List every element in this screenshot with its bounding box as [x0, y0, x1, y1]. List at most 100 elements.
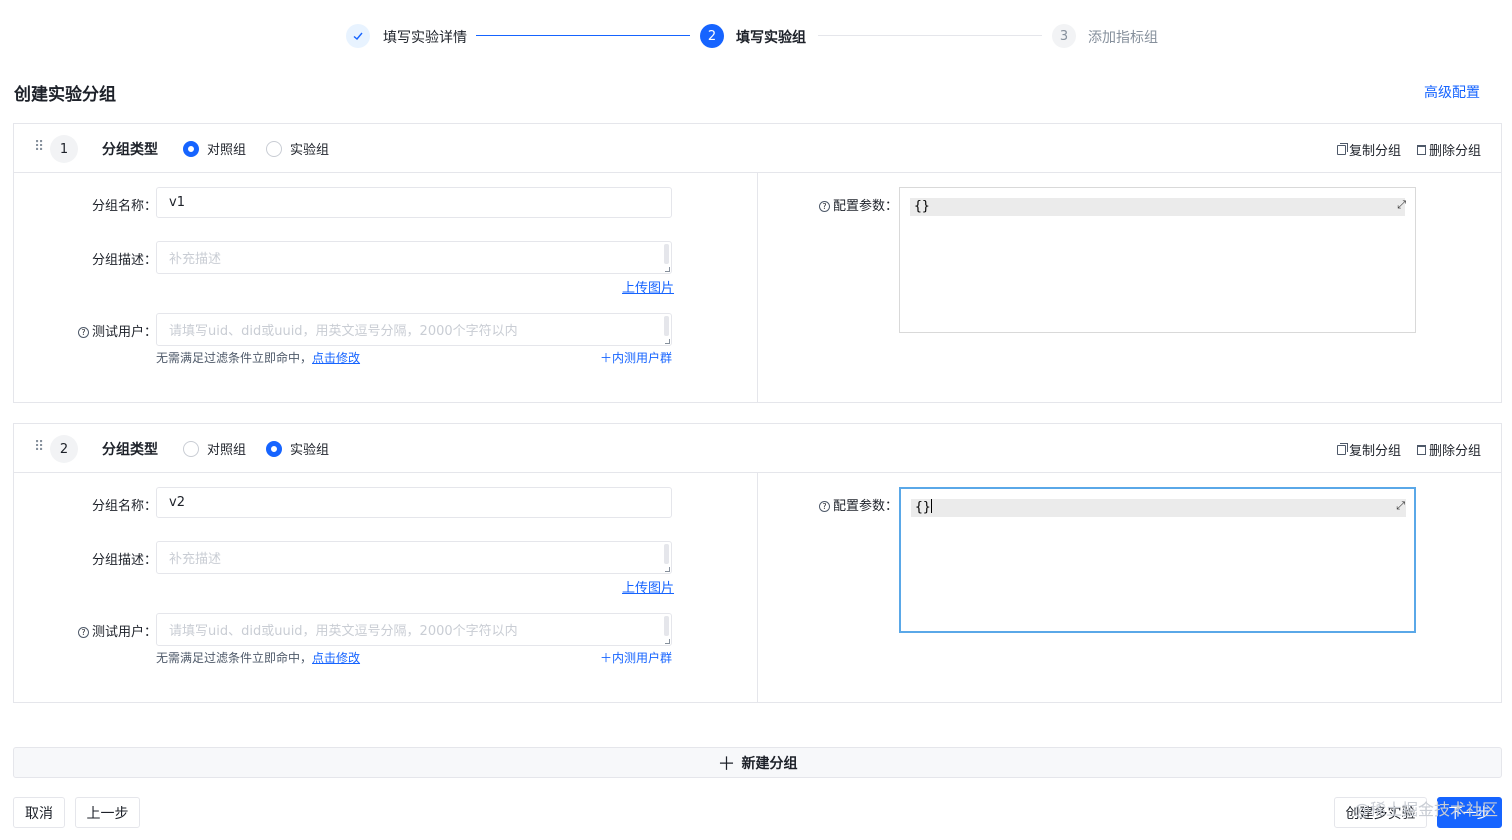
config-json-editor[interactable]: {} ⤢: [899, 487, 1416, 633]
group-name-input[interactable]: v1: [156, 187, 672, 218]
click-modify-link[interactable]: 点击修改: [312, 651, 360, 665]
radio-experiment[interactable]: 实验组: [266, 139, 329, 158]
steps-progress: 填写实验详情 2 填写实验组 3 添加指标组: [346, 20, 1166, 52]
radio-unchecked-icon: [266, 140, 282, 157]
test-users-label: ? 测试用户：: [78, 321, 157, 340]
advanced-config-link[interactable]: 高级配置: [1424, 82, 1480, 102]
config-json-editor[interactable]: {} ⤢: [899, 187, 1416, 333]
step-connector: [476, 35, 690, 36]
help-icon[interactable]: ?: [819, 501, 830, 512]
help-icon[interactable]: ?: [78, 327, 89, 338]
group-header: ⠿ 1 分组类型 对照组 实验组 复制分组 删除分组: [14, 124, 1501, 173]
delete-group-button[interactable]: 删除分组: [1416, 440, 1481, 459]
copy-group-button[interactable]: 复制分组: [1336, 140, 1401, 159]
group-name-input[interactable]: v2: [156, 487, 672, 518]
test-users-hint: 无需满足过滤条件立即命中，点击修改: [156, 349, 360, 366]
test-users-text: 测试用户：: [92, 325, 158, 340]
scrollbar[interactable]: [664, 616, 669, 636]
editor-text: {}: [915, 500, 931, 515]
text-cursor: [930, 499, 932, 513]
trash-icon: [1416, 444, 1426, 455]
new-group-label: 新建分组: [741, 755, 798, 772]
resize-handle-icon[interactable]: [665, 639, 670, 644]
group-actions: 复制分组 删除分组: [1336, 440, 1481, 459]
description-label: 分组描述：: [92, 253, 158, 268]
test-users-textarea[interactable]: 请填写uid、did或uuid，用英文逗号分隔，2000个字符以内: [156, 613, 672, 646]
step-1-label: 填写实验详情: [383, 30, 467, 46]
plus-icon: ＋: [717, 753, 736, 775]
description-label: 分组描述：: [92, 553, 158, 568]
group-header: ⠿ 2 分组类型 对照组 实验组 复制分组 删除分组: [14, 424, 1501, 473]
radio-experiment[interactable]: 实验组: [266, 439, 329, 458]
group-body: 分组名称： v1 分组描述： 补充描述 上传图片 ? 测试用户： 请填写uid、d…: [14, 173, 1501, 402]
create-multi-experiment-button[interactable]: 创建多实验: [1334, 797, 1427, 828]
new-group-button[interactable]: ＋ 新建分组: [13, 747, 1502, 778]
click-modify-link[interactable]: 点击修改: [312, 351, 360, 365]
step-3-label: 添加指标组: [1088, 30, 1158, 46]
next-step-button[interactable]: 下一步: [1437, 797, 1502, 828]
page-title: 创建实验分组: [14, 85, 116, 105]
scrollbar[interactable]: [664, 244, 669, 264]
radio-checked-icon: [266, 440, 282, 457]
name-label: 分组名称：: [92, 499, 158, 514]
delete-group-button[interactable]: 删除分组: [1416, 140, 1481, 159]
step-3-number: 3: [1052, 24, 1076, 48]
group-actions: 复制分组 删除分组: [1336, 140, 1481, 159]
copy-icon: [1336, 442, 1348, 455]
config-text: 配置参数：: [833, 199, 899, 214]
step-connector: [818, 35, 1042, 36]
upload-image-link[interactable]: 上传图片: [622, 277, 674, 296]
prev-step-button[interactable]: 上一步: [75, 797, 140, 828]
radio-unchecked-icon: [183, 440, 199, 457]
group-index: 2: [50, 435, 78, 463]
upload-image-link[interactable]: 上传图片: [622, 577, 674, 596]
cancel-button[interactable]: 取消: [13, 797, 65, 828]
group-card-2: ⠿ 2 分组类型 对照组 实验组 复制分组 删除分组 分组名称： v2 分组描述…: [13, 423, 1502, 703]
resize-handle-icon[interactable]: [665, 567, 670, 572]
radio-checked-icon: [183, 140, 199, 157]
help-icon[interactable]: ?: [78, 627, 89, 638]
trash-icon: [1416, 144, 1426, 155]
column-divider: [757, 473, 758, 702]
group-type-label: 分组类型: [102, 442, 158, 458]
test-users-hint: 无需满足过滤条件立即命中，点击修改: [156, 649, 360, 666]
editor-line: {}: [910, 198, 1405, 216]
copy-group-button[interactable]: 复制分组: [1336, 440, 1401, 459]
group-body: 分组名称： v2 分组描述： 补充描述 上传图片 ? 测试用户： 请填写uid、d…: [14, 473, 1501, 702]
group-description-textarea[interactable]: 补充描述: [156, 241, 672, 274]
test-users-label: ? 测试用户：: [78, 621, 157, 640]
radio-label: 实验组: [290, 143, 330, 158]
config-label: ? 配置参数：: [819, 195, 898, 214]
step-2-label: 填写实验组: [736, 30, 806, 46]
config-label: ? 配置参数：: [819, 495, 898, 514]
help-icon[interactable]: ?: [819, 201, 830, 212]
expand-icon[interactable]: ⤢: [1397, 198, 1406, 212]
hint-text: 无需满足过滤条件立即命中，: [156, 651, 313, 665]
scrollbar[interactable]: [664, 544, 669, 564]
resize-handle-icon[interactable]: [665, 267, 670, 272]
group-description-textarea[interactable]: 补充描述: [156, 541, 672, 574]
radio-control[interactable]: 对照组: [183, 139, 246, 158]
drag-handle-icon[interactable]: ⠿: [34, 139, 44, 155]
group-card-1: ⠿ 1 分组类型 对照组 实验组 复制分组 删除分组 分组名称： v1 分组描述…: [13, 123, 1502, 403]
test-users-placeholder: 请填写uid、did或uuid，用英文逗号分隔，2000个字符以内: [169, 624, 518, 639]
radio-label: 对照组: [207, 443, 247, 458]
test-users-placeholder: 请填写uid、did或uuid，用英文逗号分隔，2000个字符以内: [169, 324, 518, 339]
scrollbar[interactable]: [664, 316, 669, 336]
resize-handle-icon[interactable]: [665, 339, 670, 344]
description-placeholder: 补充描述: [169, 252, 222, 267]
drag-handle-icon[interactable]: ⠿: [34, 439, 44, 455]
radio-label: 对照组: [207, 143, 247, 158]
config-text: 配置参数：: [833, 499, 899, 514]
internal-users-link[interactable]: ＋内测用户群: [600, 649, 672, 666]
test-users-textarea[interactable]: 请填写uid、did或uuid，用英文逗号分隔，2000个字符以内: [156, 313, 672, 346]
copy-group-label: 复制分组: [1348, 144, 1401, 159]
expand-icon[interactable]: ⤢: [1396, 499, 1405, 513]
delete-group-label: 删除分组: [1428, 144, 1481, 159]
name-label: 分组名称：: [92, 199, 158, 214]
column-divider: [757, 173, 758, 402]
hint-text: 无需满足过滤条件立即命中，: [156, 351, 313, 365]
internal-users-link[interactable]: ＋内测用户群: [600, 349, 672, 366]
test-users-text: 测试用户：: [92, 625, 158, 640]
radio-control[interactable]: 对照组: [183, 439, 246, 458]
